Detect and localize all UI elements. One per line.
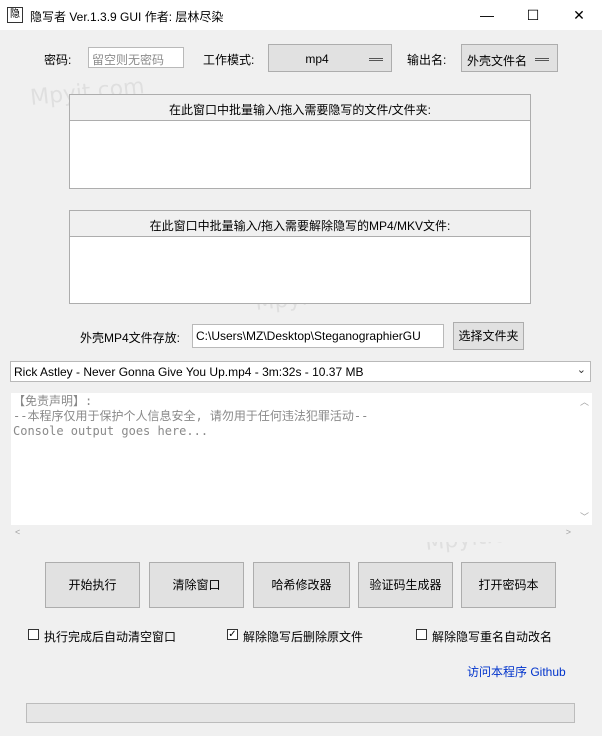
vertical-scrollbar[interactable]: ︿ ﹀ bbox=[575, 393, 592, 525]
auto-clear-checkbox[interactable] bbox=[28, 629, 39, 640]
output-dropdown[interactable]: 外壳文件名 bbox=[461, 44, 558, 72]
window-title: 隐写者 Ver.1.3.9 GUI 作者: 层林尽染 bbox=[30, 10, 224, 24]
scroll-down-icon[interactable]: ﹀ bbox=[580, 510, 589, 523]
check-icon: ✓ bbox=[228, 629, 237, 640]
console-line: Console output goes here... bbox=[13, 424, 209, 438]
shell-path-label: 外壳MP4文件存放: bbox=[80, 331, 181, 345]
password-input[interactable]: 留空则无密码 bbox=[88, 47, 184, 68]
github-link[interactable]: 访问本程序 Github bbox=[467, 663, 566, 680]
unhide-files-input[interactable] bbox=[70, 236, 530, 303]
delete-source-label: 解除隐写后删除原文件 bbox=[243, 630, 364, 644]
console-output[interactable]: 【免责声明】: --本程序仅用于保护个人信息安全, 请勿用于任何违法犯罪活动--… bbox=[11, 393, 575, 525]
maximize-icon[interactable]: ☐ bbox=[510, 0, 556, 30]
delete-source-checkbox[interactable]: ✓ bbox=[227, 629, 238, 640]
dropdown-icon bbox=[369, 58, 383, 61]
unhide-files-title: 在此窗口中批量输入/拖入需要解除隐写的MP4/MKV文件: bbox=[149, 219, 451, 233]
title-bar[interactable]: 隐 隐写者 Ver.1.3.9 GUI 作者: 层林尽染 — ☐ ✕ bbox=[0, 0, 602, 30]
file-select-value: Rick Astley - Never Gonna Give You Up.mp… bbox=[14, 365, 364, 379]
password-label: 密码: bbox=[44, 53, 72, 67]
auto-rename-checkbox[interactable] bbox=[416, 629, 427, 640]
console-line: 【免责声明】: bbox=[13, 394, 93, 408]
close-icon[interactable]: ✕ bbox=[556, 0, 602, 30]
mode-value: mp4 bbox=[305, 52, 329, 66]
mode-label: 工作模式: bbox=[203, 53, 255, 67]
captcha-generator-button[interactable]: 验证码生成器 bbox=[358, 562, 453, 608]
open-password-book-button[interactable]: 打开密码本 bbox=[461, 562, 556, 608]
password-placeholder: 留空则无密码 bbox=[92, 53, 165, 67]
horizontal-scrollbar[interactable]: < > bbox=[11, 525, 575, 542]
output-value: 外壳文件名 bbox=[467, 54, 528, 68]
hide-files-title: 在此窗口中批量输入/拖入需要隐写的文件/文件夹: bbox=[168, 103, 431, 117]
mode-dropdown[interactable]: mp4 bbox=[268, 44, 392, 72]
dropdown-icon bbox=[535, 58, 549, 61]
shell-path-input[interactable]: C:\Users\MZ\Desktop\SteganographierGU bbox=[192, 324, 444, 348]
progress-bar bbox=[26, 703, 575, 723]
hide-files-input[interactable] bbox=[70, 120, 530, 188]
auto-clear-label: 执行完成后自动清空窗口 bbox=[44, 630, 177, 644]
hash-modifier-button[interactable]: 哈希修改器 bbox=[253, 562, 350, 608]
hide-files-group: 在此窗口中批量输入/拖入需要隐写的文件/文件夹: bbox=[69, 94, 531, 189]
app-window: 隐 隐写者 Ver.1.3.9 GUI 作者: 层林尽染 — ☐ ✕ Mpyit… bbox=[0, 0, 602, 736]
choose-folder-button[interactable]: 选择文件夹 bbox=[453, 322, 524, 350]
minimize-icon[interactable]: — bbox=[464, 0, 510, 30]
unhide-files-group: 在此窗口中批量输入/拖入需要解除隐写的MP4/MKV文件: bbox=[69, 210, 531, 304]
file-select[interactable]: Rick Astley - Never Gonna Give You Up.mp… bbox=[10, 361, 591, 382]
app-icon: 隐 bbox=[7, 7, 23, 23]
console-line: --本程序仅用于保护个人信息安全, 请勿用于任何违法犯罪活动-- bbox=[13, 409, 369, 423]
scroll-up-icon[interactable]: ︿ bbox=[580, 395, 589, 408]
start-button[interactable]: 开始执行 bbox=[45, 562, 140, 608]
auto-rename-label: 解除隐写重名自动改名 bbox=[432, 630, 553, 644]
clear-button[interactable]: 清除窗口 bbox=[149, 562, 244, 608]
chevron-down-icon: ⌄ bbox=[576, 364, 586, 376]
scroll-right-icon[interactable]: > bbox=[566, 527, 571, 537]
scroll-left-icon[interactable]: < bbox=[15, 527, 20, 537]
output-label: 输出名: bbox=[407, 53, 447, 67]
shell-path-value: C:\Users\MZ\Desktop\SteganographierGU bbox=[196, 329, 421, 343]
